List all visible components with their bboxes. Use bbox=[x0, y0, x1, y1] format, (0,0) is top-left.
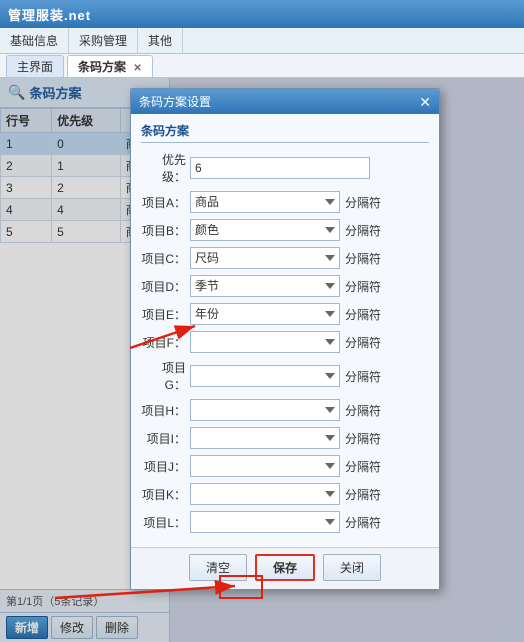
item-g-label: 项目G： bbox=[141, 359, 186, 393]
item-i-sep-label: 分隔符 bbox=[345, 430, 381, 447]
item-j-row: 项目J： 分隔符 bbox=[141, 455, 429, 477]
clear-button[interactable]: 清空 bbox=[189, 554, 247, 581]
item-j-select[interactable] bbox=[190, 455, 340, 477]
priority-input[interactable] bbox=[190, 157, 370, 179]
item-a-select[interactable]: 商品颜色尺码季节年份 bbox=[190, 191, 340, 213]
item-k-select[interactable] bbox=[190, 483, 340, 505]
item-d-row: 项目D： 季节商品颜色尺码年份 分隔符 bbox=[141, 275, 429, 297]
priority-label: 优先级： bbox=[141, 151, 186, 185]
item-h-select[interactable] bbox=[190, 399, 340, 421]
item-a-sep-label: 分隔符 bbox=[345, 194, 381, 211]
item-h-sep-label: 分隔符 bbox=[345, 402, 381, 419]
item-b-label: 项目B： bbox=[141, 222, 186, 239]
dialog-footer: 清空 保存 关闭 bbox=[131, 547, 439, 589]
item-f-row: 项目F： 分隔符 bbox=[141, 331, 429, 353]
item-h-row: 项目H： 分隔符 bbox=[141, 399, 429, 421]
item-b-row: 项目B： 颜色商品尺码季节年份 分隔符 bbox=[141, 219, 429, 241]
item-k-label: 项目K： bbox=[141, 486, 186, 503]
item-k-sep-label: 分隔符 bbox=[345, 486, 381, 503]
item-j-label: 项目J： bbox=[141, 458, 186, 475]
item-l-label: 项目L： bbox=[141, 514, 186, 531]
barcode-dialog: 条码方案设置 ✕ 条码方案 优先级： 项目A： 商品颜色尺码季节年份 分隔符 项… bbox=[130, 88, 440, 590]
nav-item-purchase[interactable]: 采购管理 bbox=[69, 28, 138, 53]
dialog-section-title: 条码方案 bbox=[141, 122, 429, 143]
item-e-row: 项目E： 年份商品颜色尺码季节 分隔符 bbox=[141, 303, 429, 325]
nav-menu: 基础信息 采购管理 其他 bbox=[0, 28, 524, 54]
item-a-label: 项目A： bbox=[141, 194, 186, 211]
dialog-close-icon[interactable]: ✕ bbox=[419, 95, 431, 109]
app-title: 管理服装.net bbox=[8, 5, 91, 24]
item-g-select[interactable] bbox=[190, 365, 340, 387]
item-i-label: 项目I： bbox=[141, 430, 186, 447]
item-d-select[interactable]: 季节商品颜色尺码年份 bbox=[190, 275, 340, 297]
item-e-label: 项目E： bbox=[141, 306, 186, 323]
tab-main[interactable]: 主界面 bbox=[6, 55, 64, 77]
save-button[interactable]: 保存 bbox=[255, 554, 315, 581]
dialog-title: 条码方案设置 bbox=[139, 93, 211, 110]
item-k-row: 项目K： 分隔符 bbox=[141, 483, 429, 505]
item-i-select[interactable] bbox=[190, 427, 340, 449]
item-a-row: 项目A： 商品颜色尺码季节年份 分隔符 bbox=[141, 191, 429, 213]
item-d-label: 项目D： bbox=[141, 278, 186, 295]
tab-barcode[interactable]: 条码方案 ✕ bbox=[67, 55, 153, 77]
item-c-sep-label: 分隔符 bbox=[345, 250, 381, 267]
dialog-body: 条码方案 优先级： 项目A： 商品颜色尺码季节年份 分隔符 项目B： 颜色商品尺… bbox=[131, 114, 439, 547]
priority-row: 优先级： bbox=[141, 151, 429, 185]
item-h-label: 项目H： bbox=[141, 402, 186, 419]
item-l-row: 项目L： 分隔符 bbox=[141, 511, 429, 533]
item-l-select[interactable] bbox=[190, 511, 340, 533]
app-title-bar: 管理服装.net bbox=[0, 0, 524, 28]
item-b-sep-label: 分隔符 bbox=[345, 222, 381, 239]
item-c-select[interactable]: 尺码商品颜色季节年份 bbox=[190, 247, 340, 269]
item-j-sep-label: 分隔符 bbox=[345, 458, 381, 475]
item-e-select[interactable]: 年份商品颜色尺码季节 bbox=[190, 303, 340, 325]
item-f-label: 项目F： bbox=[141, 334, 186, 351]
item-c-label: 项目C： bbox=[141, 250, 186, 267]
dialog-title-bar: 条码方案设置 ✕ bbox=[131, 89, 439, 114]
item-c-row: 项目C： 尺码商品颜色季节年份 分隔符 bbox=[141, 247, 429, 269]
item-b-select[interactable]: 颜色商品尺码季节年份 bbox=[190, 219, 340, 241]
item-d-sep-label: 分隔符 bbox=[345, 278, 381, 295]
close-button[interactable]: 关闭 bbox=[323, 554, 381, 581]
nav-item-basic[interactable]: 基础信息 bbox=[0, 28, 69, 53]
main-area: 🔍 条码方案 行号 优先级 1 0 商... 2 1 商... bbox=[0, 78, 524, 642]
item-l-sep-label: 分隔符 bbox=[345, 514, 381, 531]
item-g-row: 项目G： 分隔符 bbox=[141, 359, 429, 393]
item-e-sep-label: 分隔符 bbox=[345, 306, 381, 323]
item-f-select[interactable] bbox=[190, 331, 340, 353]
item-f-sep-label: 分隔符 bbox=[345, 334, 381, 351]
item-g-sep-label: 分隔符 bbox=[345, 368, 381, 385]
nav-item-other[interactable]: 其他 bbox=[138, 28, 183, 53]
tab-bar: 主界面 条码方案 ✕ bbox=[0, 54, 524, 78]
tab-close-icon[interactable]: ✕ bbox=[133, 63, 141, 74]
item-i-row: 项目I： 分隔符 bbox=[141, 427, 429, 449]
